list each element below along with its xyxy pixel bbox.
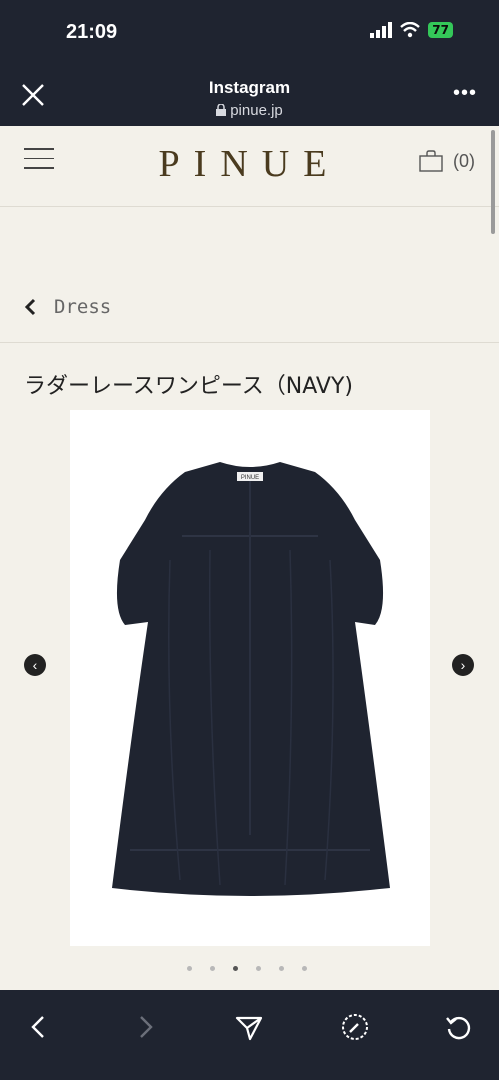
- safari-icon[interactable]: [340, 1012, 370, 1042]
- arrow-left-icon[interactable]: ‹: [24, 654, 46, 676]
- status-icons: 77: [370, 22, 453, 38]
- bag-icon: [419, 150, 443, 172]
- carousel-dot[interactable]: [256, 966, 261, 971]
- in-app-browser-bar: Instagram pinue.jp •••: [0, 60, 499, 126]
- cart-button[interactable]: (0): [419, 150, 475, 172]
- signal-icon: [370, 22, 393, 38]
- battery-indicator: 77: [428, 22, 453, 38]
- arrow-right-icon[interactable]: ›: [452, 654, 474, 676]
- domain-text: pinue.jp: [230, 102, 283, 119]
- carousel-dots[interactable]: [187, 966, 307, 971]
- carousel-dot[interactable]: [210, 966, 215, 971]
- dress-image: PINUE: [112, 462, 390, 896]
- carousel-dot[interactable]: [187, 966, 192, 971]
- wifi-icon: [400, 22, 421, 38]
- more-icon[interactable]: •••: [453, 82, 477, 105]
- status-bar: 21:09 77: [0, 0, 499, 60]
- product-image[interactable]: PINUE: [70, 410, 430, 946]
- carousel-dot-active[interactable]: [233, 966, 238, 971]
- carousel-dot[interactable]: [302, 966, 307, 971]
- divider: [0, 342, 499, 343]
- browser-title: Instagram: [208, 78, 291, 97]
- lock-icon: [216, 103, 227, 116]
- share-icon[interactable]: [234, 1012, 264, 1042]
- status-time: 21:09: [66, 21, 118, 43]
- back-icon[interactable]: [24, 1012, 54, 1042]
- image-label-text: PINUE: [241, 475, 259, 481]
- product-title: ラダーレースワンピース（NAVY): [24, 374, 353, 399]
- carousel-dot[interactable]: [279, 966, 284, 971]
- browser-domain: pinue.jp: [0, 102, 499, 119]
- breadcrumb-label[interactable]: Dress: [54, 296, 111, 318]
- forward-icon[interactable]: [130, 1012, 160, 1042]
- reload-icon[interactable]: [444, 1012, 474, 1042]
- chevron-left-icon: [24, 298, 36, 316]
- site-header: PINUE (0): [0, 126, 499, 207]
- breadcrumb[interactable]: Dress: [24, 296, 111, 318]
- cart-count: (0): [453, 150, 475, 171]
- scrollbar[interactable]: [491, 130, 495, 234]
